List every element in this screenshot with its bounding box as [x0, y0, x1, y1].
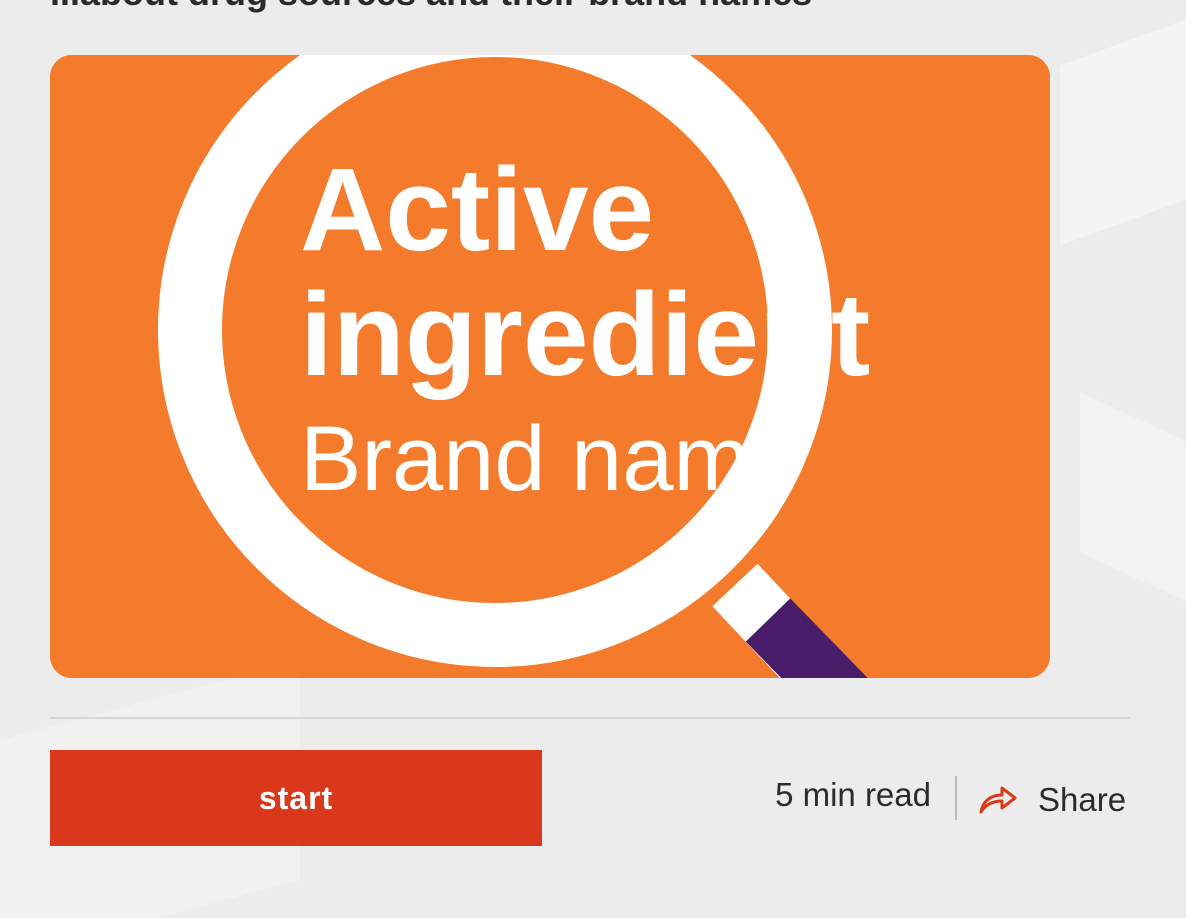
hero-headline-line1: Active	[300, 144, 654, 276]
share-button[interactable]: Share	[978, 776, 1126, 824]
start-button[interactable]: start	[50, 750, 542, 846]
hero-subline: Brand name	[300, 408, 801, 510]
hero-headline-line2: ingredient	[300, 269, 870, 401]
share-label: Share	[1038, 781, 1127, 818]
article-heading-partial: ...about drug sources and their brand na…	[50, 0, 812, 14]
share-arrow-icon	[979, 786, 1017, 814]
read-time: 5 min read	[775, 776, 931, 813]
magnifying-glass-icon: Active ingredient Brand name	[50, 55, 1050, 678]
background-facet	[1060, 14, 1186, 246]
background-facet	[1080, 392, 1186, 608]
hero-image: Active ingredient Brand name	[50, 55, 1050, 678]
divider	[50, 717, 1130, 719]
meta-separator	[955, 776, 957, 820]
